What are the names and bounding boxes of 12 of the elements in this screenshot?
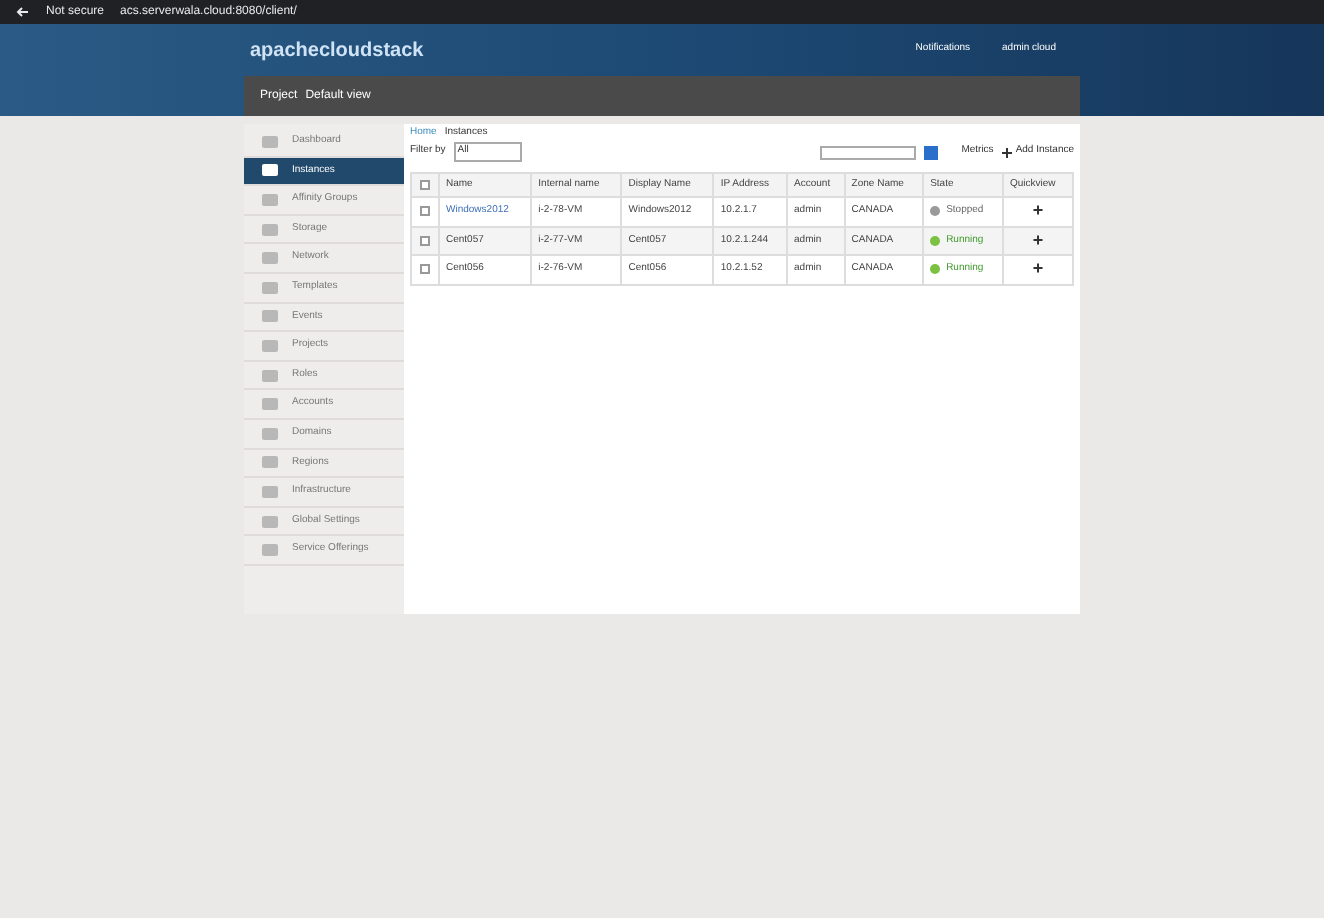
search-button[interactable] — [923, 145, 938, 159]
quickview-button[interactable]: + — [1032, 258, 1044, 278]
row-checkbox[interactable] — [420, 235, 430, 246]
logo: apachecloudstack — [250, 37, 424, 65]
back-icon[interactable] — [16, 6, 30, 18]
quickview-button[interactable]: + — [1032, 229, 1044, 249]
quickview-button[interactable]: + — [1032, 200, 1044, 220]
row-checkbox[interactable] — [420, 206, 430, 217]
plus-icon — [1001, 147, 1012, 157]
search-field[interactable] — [819, 145, 916, 159]
row-checkbox[interactable] — [420, 264, 430, 275]
select-all-checkbox[interactable] — [420, 180, 430, 190]
